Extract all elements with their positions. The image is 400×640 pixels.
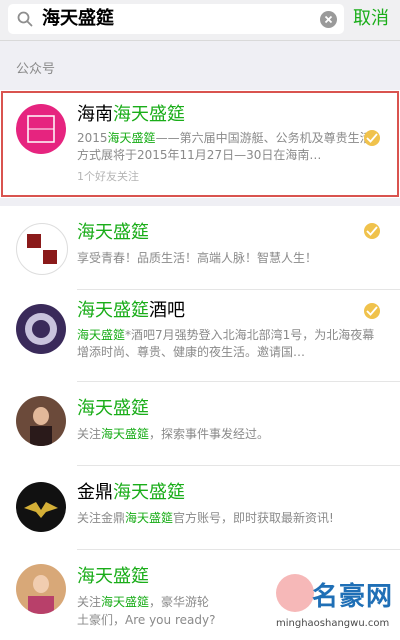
search-query: 海天盛筵 [42,8,114,29]
avatar [16,223,68,275]
item-description: 关注海天盛筵，探索事件事发经过。 [77,427,270,441]
list-item[interactable]: 金鼎海天盛筵 关注金鼎海天盛筵官方账号，即时获取最新资讯! [0,466,400,550]
avatar [16,396,66,446]
watermark-url: minghaoshangwu.com [276,618,390,629]
list-item[interactable]: 海天盛筵酒吧 海天盛筵*酒吧7月强势登入北海北部湾1号，为北海夜幕增添时尚、尊贵… [0,290,400,382]
item-title: 海南海天盛筵 [77,104,185,125]
list-item[interactable]: 海南海天盛筵 2015海天盛筵——第六届中国游艇、公务机及尊贵生活方式展将于20… [0,90,400,198]
list-item[interactable]: 海天盛筵 关注海天盛筵，探索事件事发经过。 [0,382,400,466]
item-title: 海天盛筵 [77,398,149,419]
verified-icon [364,130,380,146]
avatar [16,482,66,532]
item-title: 金鼎海天盛筵 [77,482,185,503]
item-title: 海天盛筵 [77,566,149,587]
item-description: 享受青春！品质生活！高端人脉！智慧人生！ [77,251,318,265]
item-title: 海天盛筵酒吧 [77,300,185,321]
verified-icon [364,223,380,239]
watermark: 名豪网 minghaoshangwu.com [276,574,396,636]
verified-icon [364,303,380,319]
item-description: 海天盛筵*酒吧7月强势登入北海北部湾1号，为北海夜幕增添时尚、尊贵、健康的夜生活… [77,328,375,359]
friend-count: 1个好友关注 [77,170,139,183]
item-description: 2015海天盛筵——第六届中国游艇、公务机及尊贵生活方式展将于2015年11月2… [77,131,372,162]
watermark-name: 名豪网 [312,582,394,612]
watermark-logo-icon [276,574,314,612]
clear-icon[interactable] [320,11,337,28]
avatar [16,564,66,614]
list-item[interactable]: 海天盛筵 享受青春！品质生活！高端人脉！智慧人生！ [0,206,400,290]
avatar [16,104,66,154]
cancel-button[interactable]: 取消 [353,8,389,30]
search-bar: 海天盛筵 取消 [0,0,400,41]
item-title: 海天盛筵 [77,222,149,243]
avatar [16,304,66,354]
search-input[interactable]: 海天盛筵 [8,4,344,34]
search-icon [17,11,33,27]
item-description: 关注金鼎海天盛筵官方账号，即时获取最新资讯! [77,511,334,525]
section-label: 公众号 [16,62,56,77]
